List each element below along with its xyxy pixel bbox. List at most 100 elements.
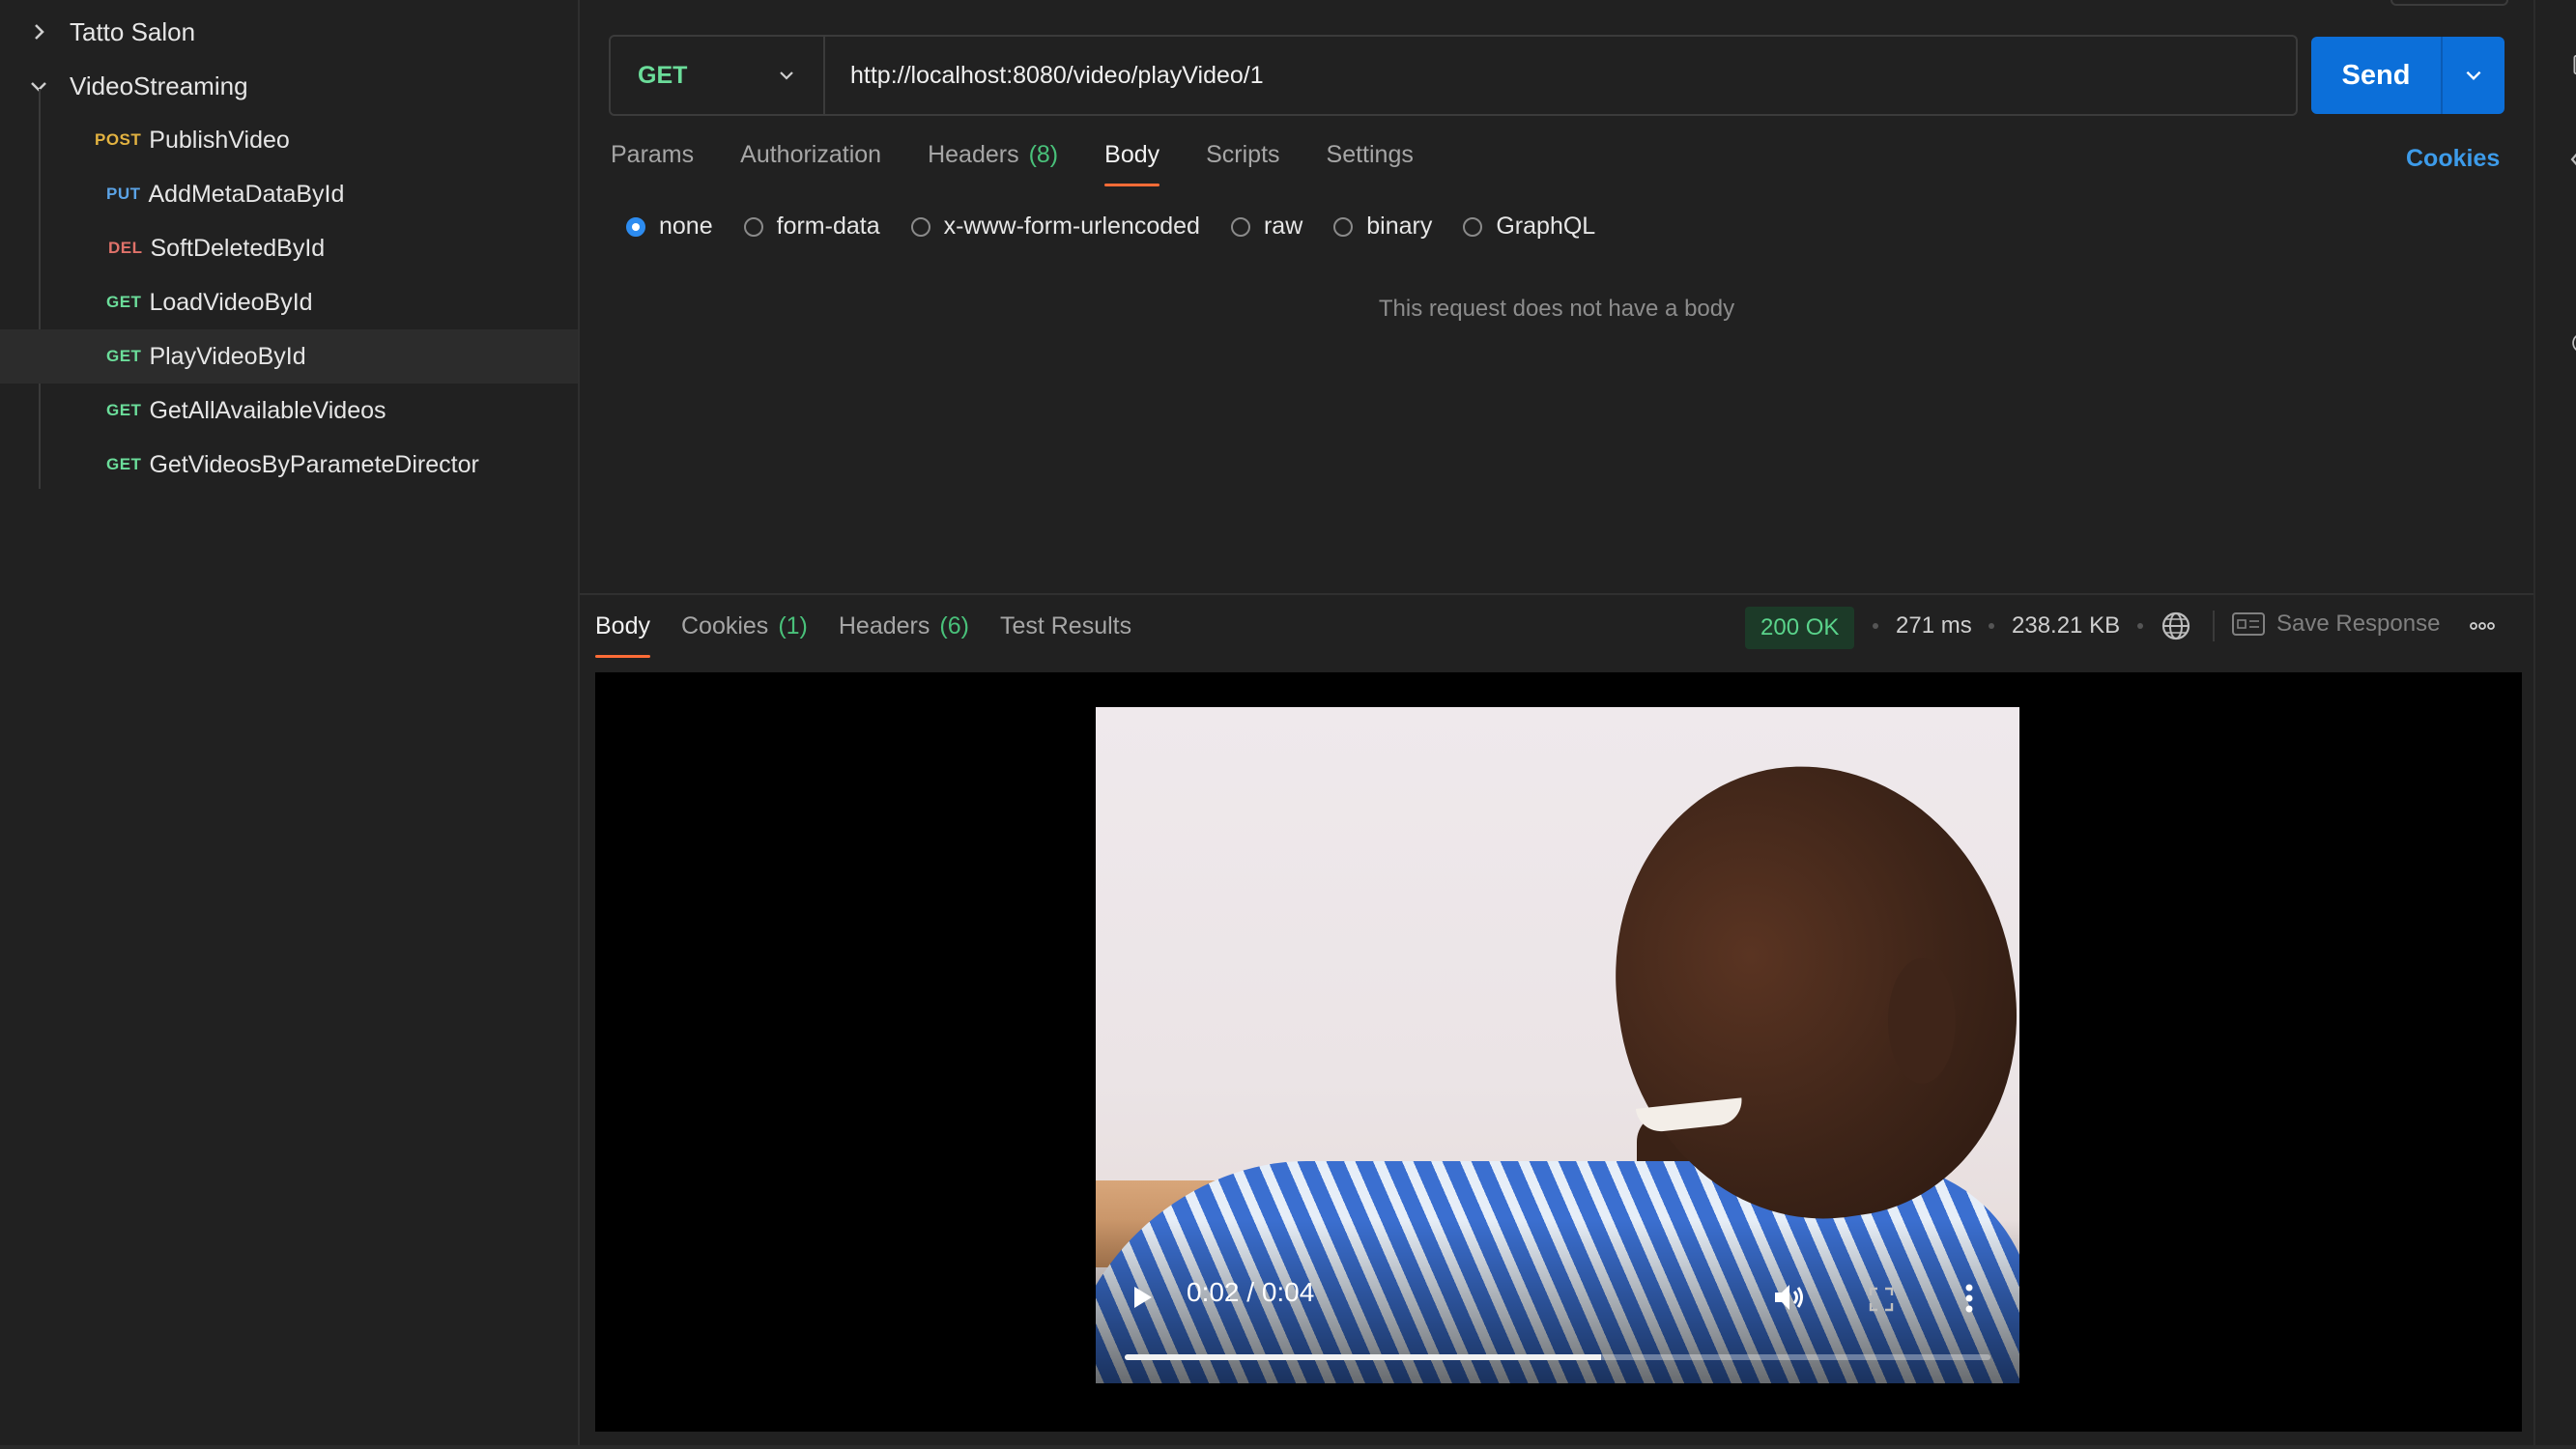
video-time-display: 0:02 / 0:04: [1187, 1277, 1315, 1307]
video-more-icon[interactable]: [1963, 1283, 1975, 1314]
collection-sidebar: Tatto Salon VideoStreaming POST PublishV…: [0, 0, 580, 1449]
top-toolbar-button-edge[interactable]: [2390, 0, 2508, 6]
globe-icon[interactable]: [2161, 611, 2191, 641]
tab-label: Headers: [928, 141, 1019, 168]
request-item-loadvideobyid[interactable]: GET LoadVideoById: [0, 275, 578, 329]
radio-unchecked-icon: [910, 216, 930, 237]
send-button[interactable]: Send: [2311, 60, 2441, 92]
radio-checked-icon: [626, 216, 645, 237]
request-response-divider[interactable]: [580, 593, 2533, 595]
tab-count: (6): [939, 612, 969, 639]
radio-binary[interactable]: binary: [1333, 213, 1432, 241]
save-response-button[interactable]: Save Response: [2232, 611, 2440, 638]
tab-response-body[interactable]: Body: [595, 612, 650, 658]
video-player[interactable]: 0:02 / 0:04: [1096, 707, 2019, 1383]
folder-videostreaming[interactable]: VideoStreaming: [0, 59, 578, 113]
chevron-left-icon[interactable]: [2564, 149, 2576, 170]
radio-unchecked-icon: [1463, 216, 1483, 237]
url-input[interactable]: [825, 36, 2296, 115]
save-response-icon: [2232, 612, 2265, 636]
request-name: LoadVideoById: [149, 288, 313, 316]
method-badge: PUT: [106, 185, 141, 203]
radio-label: form-data: [776, 213, 880, 240]
folder-tatto-salon[interactable]: Tatto Salon: [0, 5, 578, 59]
method-badge: DEL: [108, 239, 143, 257]
play-icon[interactable]: [1129, 1283, 1156, 1312]
method-value: GET: [638, 61, 688, 89]
radio-label: binary: [1366, 213, 1433, 240]
radio-none[interactable]: none: [626, 213, 713, 241]
tab-label: Body: [595, 612, 650, 639]
more-options-icon[interactable]: [2468, 614, 2497, 638]
tab-label: Scripts: [1206, 141, 1280, 168]
tab-scripts[interactable]: Scripts: [1206, 141, 1279, 186]
request-tabs: Params Authorization Headers (8) Body Scr…: [611, 141, 1460, 195]
radio-label: x-www-form-urlencoded: [943, 213, 1200, 240]
request-item-publishvideo[interactable]: POST PublishVideo: [0, 113, 578, 167]
radio-raw[interactable]: raw: [1230, 213, 1303, 241]
no-body-message: This request does not have a body: [1378, 296, 1735, 322]
radio-form-data[interactable]: form-data: [743, 213, 880, 241]
response-tabs: Body Cookies (1) Headers (6) Test Results: [595, 612, 1162, 658]
url-bar: GET: [609, 35, 2298, 116]
request-item-getallavailablevideos[interactable]: GET GetAllAvailableVideos: [0, 384, 578, 438]
tab-response-headers[interactable]: Headers (6): [839, 612, 969, 658]
radio-label: GraphQL: [1496, 213, 1596, 240]
request-item-addmetadatabyid[interactable]: PUT AddMetaDataById: [0, 167, 578, 221]
chevron-down-icon: [780, 71, 793, 80]
folder-label: VideoStreaming: [70, 71, 248, 100]
status-bar-edge: [0, 1445, 2576, 1449]
toolbar-separator: [2213, 611, 2215, 641]
save-response-label: Save Response: [2276, 611, 2441, 637]
tab-label: Headers: [838, 612, 930, 639]
request-name: AddMetaDataById: [148, 180, 345, 208]
method-badge: GET: [106, 293, 142, 311]
request-item-getvideosbyparametedirector[interactable]: GET GetVideosByParameteDirector: [0, 438, 578, 492]
tab-headers[interactable]: Headers (8): [928, 141, 1058, 186]
radio-x-www-form-urlencoded[interactable]: x-www-form-urlencoded: [910, 213, 1200, 241]
request-name: GetVideosByParameteDirector: [149, 450, 479, 478]
method-badge: GET: [106, 347, 142, 365]
volume-icon[interactable]: [1772, 1281, 1807, 1314]
method-select[interactable]: GET: [611, 37, 825, 114]
response-time[interactable]: 271 ms: [1896, 612, 1972, 639]
info-icon[interactable]: [2566, 332, 2576, 354]
video-progress-fill: [1125, 1354, 1601, 1360]
folder-label: Tatto Salon: [70, 16, 196, 46]
tab-label: Settings: [1326, 141, 1414, 168]
tab-label: Test Results: [999, 612, 1132, 639]
tab-count: (1): [778, 612, 808, 639]
status-badge[interactable]: 200 OK: [1745, 607, 1855, 649]
tab-response-cookies[interactable]: Cookies (1): [681, 612, 808, 658]
request-item-playvideobyid[interactable]: GET PlayVideoById: [0, 329, 578, 384]
chevron-right-icon: [35, 24, 44, 40]
response-size[interactable]: 238.21 KB: [2012, 612, 2120, 639]
tab-settings[interactable]: Settings: [1327, 141, 1414, 186]
method-badge: GET: [106, 401, 142, 419]
method-badge: POST: [95, 130, 142, 149]
tab-body[interactable]: Body: [1104, 141, 1159, 186]
right-side-toolbar: [2533, 0, 2576, 1449]
comments-icon[interactable]: [2568, 236, 2576, 257]
radio-unchecked-icon: [1333, 216, 1354, 237]
tab-params[interactable]: Params: [611, 141, 694, 186]
tab-label: Params: [611, 141, 695, 168]
fullscreen-icon[interactable]: [1869, 1287, 1894, 1312]
postman-app: Tatto Salon VideoStreaming POST PublishV…: [0, 0, 2576, 1449]
tab-test-results[interactable]: Test Results: [1000, 612, 1131, 658]
radio-label: none: [659, 213, 713, 240]
video-frame-ear: [1888, 958, 1956, 1084]
request-name: PlayVideoById: [149, 342, 306, 370]
tab-authorization[interactable]: Authorization: [740, 141, 881, 186]
radio-label: raw: [1263, 213, 1303, 240]
separator-dot: [2137, 623, 2143, 629]
send-button-group: Send: [2311, 37, 2504, 114]
request-name: GetAllAvailableVideos: [149, 396, 386, 424]
request-item-softdeletedbyid[interactable]: DEL SoftDeletedById: [0, 221, 578, 275]
tab-label: Body: [1104, 141, 1160, 168]
video-progress-bar[interactable]: [1125, 1354, 1990, 1360]
send-options-dropdown[interactable]: [2443, 65, 2504, 86]
docs-icon[interactable]: [2568, 54, 2576, 75]
cookies-link[interactable]: Cookies: [2406, 145, 2500, 173]
radio-graphql[interactable]: GraphQL: [1463, 213, 1595, 241]
